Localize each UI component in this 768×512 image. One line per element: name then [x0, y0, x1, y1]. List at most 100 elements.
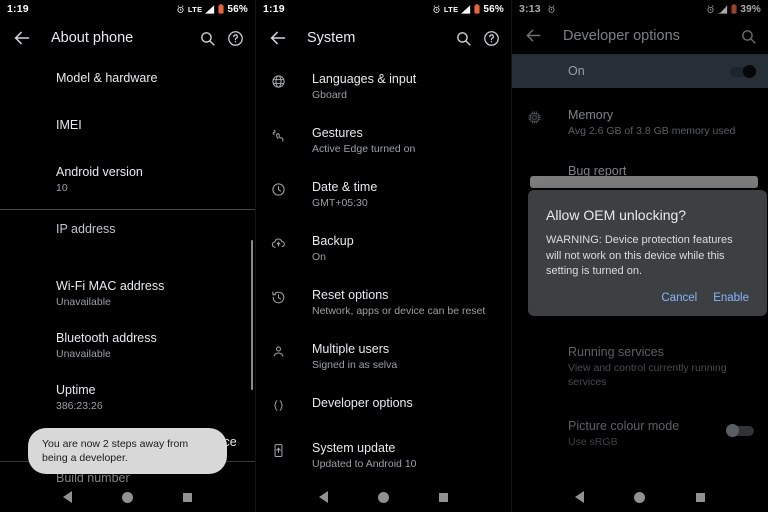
list-item-title: Gestures [312, 126, 363, 140]
history-icon [268, 290, 288, 305]
nav-recents-icon[interactable] [695, 492, 705, 502]
page-title: About phone [51, 30, 134, 46]
list-item-subtitle: Signed in as selva [312, 359, 398, 371]
list-item-developer-options[interactable]: Developer options [256, 386, 511, 431]
nav-home-icon[interactable] [378, 491, 389, 503]
battery-percent: 56% [483, 3, 504, 15]
back-arrow-icon[interactable] [267, 27, 289, 49]
cancel-button[interactable]: Cancel [661, 292, 697, 304]
list-item-subtitle: Network, apps or device can be reset [312, 305, 486, 317]
list-item-multiple-users[interactable]: Multiple users Signed in as selva [256, 332, 511, 386]
list-item-subtitle: On [312, 251, 327, 263]
back-arrow-icon[interactable] [11, 27, 33, 49]
nav-home-icon[interactable] [634, 491, 646, 503]
list-item-subtitle: Updated to Android 10 [312, 458, 417, 470]
list-item-title: Reset options [312, 288, 389, 302]
navigation-bar [512, 482, 768, 512]
navigation-bar [256, 482, 511, 512]
toast-message: You are now 2 steps away from being a de… [28, 428, 227, 474]
list-item-imei[interactable]: IMEI [0, 108, 255, 155]
system-settings-list: Languages & input Gboard Gestures Active… [256, 58, 511, 480]
list-item-title: Multiple users [312, 342, 390, 356]
nav-home-icon[interactable] [122, 491, 133, 503]
status-clock: 1:19 [263, 3, 285, 15]
gestures-icon [268, 128, 288, 143]
cloud-upload-icon [268, 236, 288, 251]
help-icon[interactable] [227, 30, 244, 47]
list-item-reset-options[interactable]: Reset options Network, apps or device ca… [256, 278, 511, 332]
list-item-languages-input[interactable]: Languages & input Gboard [256, 62, 511, 116]
app-bar-actions [455, 30, 500, 47]
list-item-subtitle: Active Edge turned on [312, 143, 416, 155]
list-item-subtitle: Unavailable [56, 296, 111, 308]
list-item-subtitle: Gboard [312, 89, 348, 101]
list-item-title: IP address [56, 222, 116, 236]
list-item-title: Model & hardware [56, 71, 158, 85]
list-item-subtitle: Unavailable [56, 348, 111, 360]
battery-icon [218, 4, 224, 14]
network-type-label: LTE [187, 4, 203, 14]
list-item-subtitle: 386:23:26 [56, 400, 103, 412]
list-item-title: Wi-Fi MAC address [56, 279, 165, 293]
app-bar-actions [199, 30, 244, 47]
phone-screen-developer-options: 3:13 39% Developer options On Memory Avg… [512, 0, 768, 512]
list-item-subtitle: GMT+05:30 [312, 197, 368, 209]
battery-percent: 56% [227, 3, 248, 15]
scrollbar[interactable] [251, 240, 253, 390]
list-item-model-hardware[interactable]: Model & hardware [0, 58, 255, 108]
clock-icon [268, 182, 288, 197]
list-item-subtitle: 10 [56, 182, 68, 194]
nav-recents-icon[interactable] [183, 492, 192, 502]
help-icon[interactable] [483, 30, 500, 47]
alarm-icon [432, 4, 441, 14]
nav-back-icon[interactable] [575, 491, 585, 503]
list-item-title: Date & time [312, 180, 378, 194]
app-bar-about-phone: About phone [0, 18, 255, 58]
list-item-title: Bluetooth address [56, 331, 157, 345]
phone-screen-system: 1:19 LTE 56% System Languages & input Gb… [256, 0, 512, 512]
list-item-wifi-mac-address[interactable]: Wi-Fi MAC address Unavailable [0, 269, 255, 321]
status-bar: 1:19 LTE 56% [0, 0, 255, 18]
status-icons: LTE 56% [176, 4, 248, 15]
list-item-title: Uptime [56, 383, 96, 397]
search-icon[interactable] [199, 30, 216, 47]
three-phone-screenshots: 1:19 LTE 56% About phone Model & hardwar… [0, 0, 768, 512]
phone-screen-about-phone: 1:19 LTE 56% About phone Model & hardwar… [0, 0, 256, 512]
app-bar-system: System [256, 18, 511, 58]
list-item-title: IMEI [56, 118, 82, 132]
list-item-date-time[interactable]: Date & time GMT+05:30 [256, 170, 511, 224]
navigation-bar [0, 482, 255, 512]
list-item-title: Developer options [312, 396, 413, 410]
page-title: System [307, 30, 356, 46]
list-item-backup[interactable]: Backup On [256, 224, 511, 278]
braces-icon [268, 398, 288, 413]
system-update-icon [268, 443, 288, 458]
battery-icon [474, 4, 480, 14]
list-item-title: Languages & input [312, 72, 417, 86]
search-icon[interactable] [455, 30, 472, 47]
list-item-gestures[interactable]: Gestures Active Edge turned on [256, 116, 511, 170]
list-item-uptime[interactable]: Uptime 386:23:26 [0, 373, 255, 425]
status-icons: LTE 56% [432, 4, 504, 15]
network-type-label: LTE [443, 4, 459, 14]
oem-unlocking-dialog: Allow OEM unlocking? WARNING: Device pro… [528, 190, 767, 316]
list-item-ip-address[interactable]: IP address [0, 210, 255, 269]
status-bar: 1:19 LTE 56% [256, 0, 511, 18]
list-item-system-update[interactable]: System update Updated to Android 10 [256, 431, 511, 480]
globe-icon [268, 74, 288, 89]
person-icon [268, 344, 288, 359]
list-item-title: System update [312, 441, 396, 455]
nav-back-icon[interactable] [63, 491, 72, 503]
enable-button[interactable]: Enable [713, 292, 749, 304]
dialog-actions: Cancel Enable [546, 292, 749, 308]
list-item-title: Android version [56, 165, 143, 179]
status-clock: 1:19 [7, 3, 29, 15]
signal-icon [205, 4, 215, 14]
nav-recents-icon[interactable] [439, 492, 448, 502]
alarm-icon [176, 4, 185, 14]
list-item-title: Backup [312, 234, 354, 248]
list-item-android-version[interactable]: Android version 10 [0, 155, 255, 209]
list-item-bluetooth-address[interactable]: Bluetooth address Unavailable [0, 321, 255, 373]
nav-back-icon[interactable] [319, 491, 328, 503]
dialog-body: WARNING: Device protection features will… [546, 234, 733, 277]
